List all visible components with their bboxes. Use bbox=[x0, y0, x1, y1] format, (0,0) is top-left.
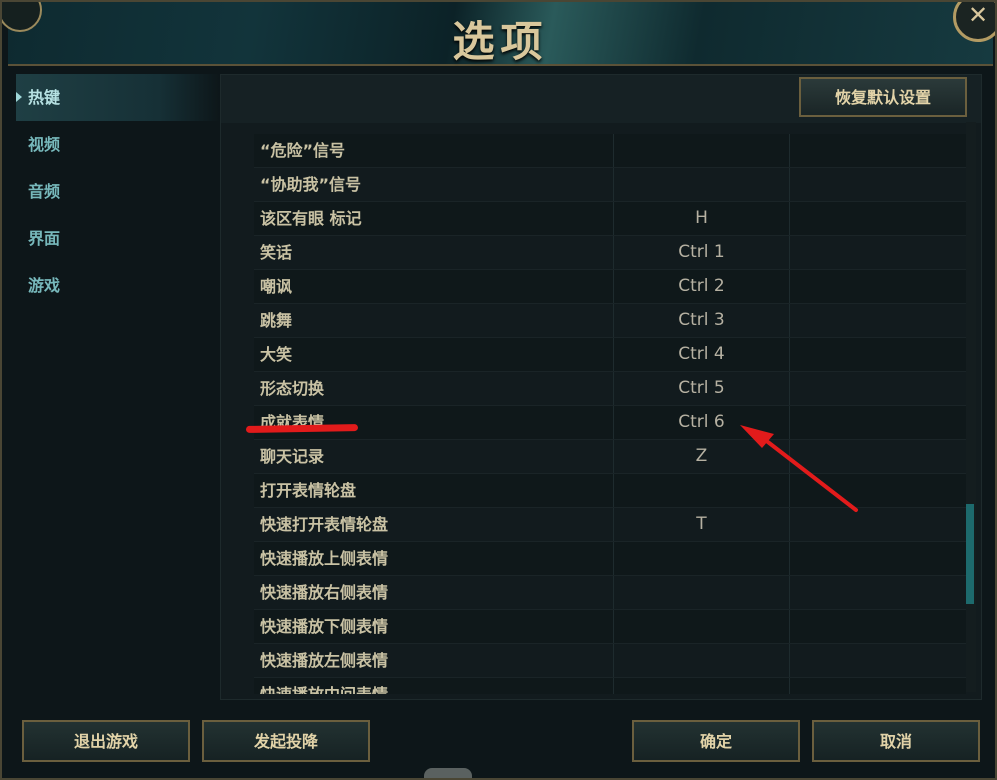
red-arrow-annotation bbox=[740, 425, 858, 512]
arrow-shaft bbox=[762, 437, 858, 512]
options-window: 选项 ✕ 热键 视频 音频 界面 游戏 恢复默认设置 “危险”信号 “协助我”信… bbox=[0, 0, 997, 780]
